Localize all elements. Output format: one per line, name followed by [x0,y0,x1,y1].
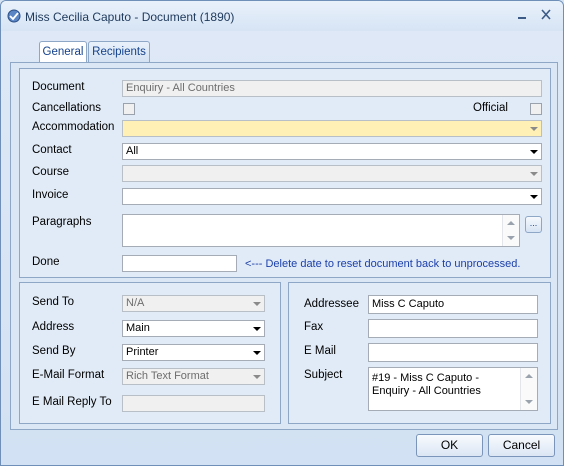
document-label: Document [32,81,85,93]
addressee-value: Miss C Caputo [372,298,445,310]
chevron-down-icon[interactable] [250,345,264,360]
chevron-down-icon[interactable] [527,144,541,159]
email-reply-to-field[interactable] [122,395,265,412]
fax-field[interactable] [368,319,538,338]
minimize-icon[interactable] [513,7,531,23]
send-to-value: N/A [126,297,145,309]
document-field: Enquiry - All Countries [122,80,542,97]
app-icon [7,9,21,23]
addressee-label: Addressee [304,298,359,310]
accommodation-label: Accommodation [32,121,115,133]
scroll-up-icon[interactable] [507,221,515,225]
document-value: Enquiry - All Countries [126,82,235,94]
chevron-down-icon[interactable] [250,369,264,384]
contact-value: All [126,145,139,157]
cancellations-checkbox[interactable] [123,103,135,115]
done-hint: <--- Delete date to reset document back … [245,258,521,270]
cancel-button[interactable]: Cancel [488,434,555,457]
chevron-down-icon[interactable] [527,121,541,136]
invoice-select[interactable] [122,188,542,205]
email-format-select[interactable]: Rich Text Format [122,368,265,385]
ok-button[interactable]: OK [416,434,483,457]
addressee-field[interactable]: Miss C Caputo [368,295,538,314]
subject-field[interactable]: #19 - Miss C Caputo - Enquiry - All Coun… [368,367,538,411]
dialog-window: Miss Cecilia Caputo - Document (1890) Ge… [0,0,564,466]
tab-general[interactable]: General [39,41,87,63]
invoice-label: Invoice [32,189,69,201]
send-to-select[interactable]: N/A [122,295,265,312]
subject-label: Subject [304,369,343,381]
official-checkbox[interactable] [530,103,542,115]
address-select[interactable]: Main [122,320,265,337]
contact-label: Contact [32,144,72,156]
scroll-down-icon[interactable] [507,236,515,240]
chevron-down-icon[interactable] [250,296,264,311]
contact-select[interactable]: All [122,143,542,160]
title-bar[interactable]: Miss Cecilia Caputo - Document (1890) [1,1,563,31]
official-label: Official [473,102,508,114]
accommodation-select[interactable] [122,120,542,137]
cancellations-label: Cancellations [32,102,102,114]
paragraphs-browse-button[interactable]: ... [525,216,542,233]
chevron-down-icon[interactable] [527,189,541,204]
email-reply-to-label: E Mail Reply To [32,396,112,408]
paragraphs-label: Paragraphs [32,216,92,228]
chevron-down-icon[interactable] [527,166,541,181]
email-format-label: E-Mail Format [32,369,105,381]
paragraphs-field[interactable] [122,214,520,247]
address-value: Main [126,322,150,334]
fax-label: Fax [304,321,324,333]
course-select[interactable] [122,165,542,182]
send-to-label: Send To [32,296,74,308]
send-by-select[interactable]: Printer [122,344,265,361]
window-title: Miss Cecilia Caputo - Document (1890) [25,10,235,24]
address-label: Address [32,321,75,333]
done-date-field[interactable] [122,255,237,272]
close-icon[interactable] [537,7,555,23]
course-label: Course [32,166,70,178]
scroll-down-icon[interactable] [525,400,533,404]
send-by-label: Send By [32,345,76,357]
chevron-down-icon[interactable] [250,321,264,336]
subject-scrollbar[interactable] [520,368,537,410]
scroll-up-icon[interactable] [525,374,533,378]
email-format-value: Rich Text Format [126,370,209,382]
done-label: Done [32,256,60,268]
email-label: E Mail [304,345,336,357]
tab-recipients[interactable]: Recipients [88,41,150,63]
subject-value: #19 - Miss C Caputo - Enquiry - All Coun… [372,372,481,397]
send-by-value: Printer [126,346,159,358]
email-field[interactable] [368,343,538,362]
paragraphs-scrollbar[interactable] [502,215,519,246]
